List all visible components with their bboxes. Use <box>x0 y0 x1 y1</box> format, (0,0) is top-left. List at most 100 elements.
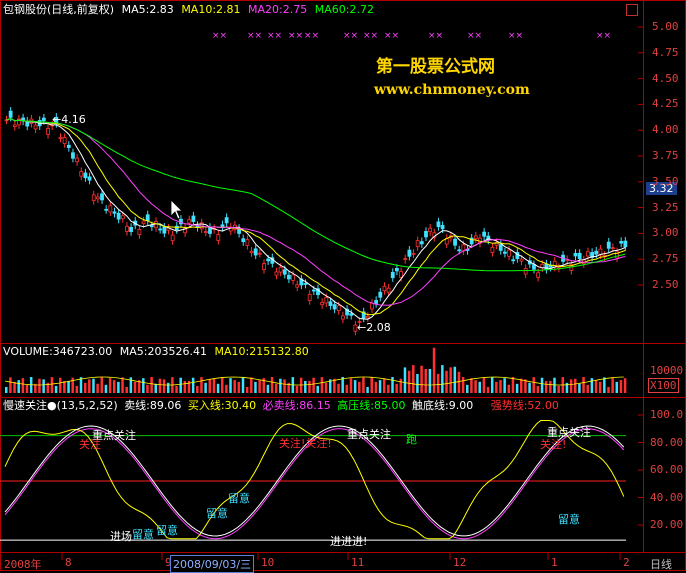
volume-bar <box>245 386 249 393</box>
volume-bar <box>237 381 241 393</box>
year-label: 2008年 <box>4 558 42 571</box>
candle-body <box>453 238 457 246</box>
candle-body <box>145 214 150 222</box>
annotation-note-4: 留意 <box>228 492 250 505</box>
volume-bar <box>100 377 104 393</box>
candle-body <box>149 225 154 228</box>
candle-body <box>137 229 142 236</box>
price-axis-label: 3.50 <box>652 174 679 188</box>
volume-bar <box>590 378 594 393</box>
volume-bar <box>557 385 560 393</box>
volume-bar <box>544 380 548 393</box>
candle-body <box>62 137 67 145</box>
volume-axis-label: 10000 <box>650 364 684 377</box>
indicator-params: (13,5,2,52) <box>56 399 118 412</box>
watermark-url: www.chnmoney.com <box>374 82 530 98</box>
chart-canvas[interactable]: ×× ×× ×× ×× ×× ×× ×× ×× ×× ×× ×× ×× <box>0 0 686 571</box>
volume-header: VOLUME:346723.00 MA5:203526.41 MA10:2151… <box>3 345 309 359</box>
ma20-line <box>6 118 626 306</box>
volume-bar <box>553 377 556 393</box>
period-button[interactable]: 日线 <box>650 556 672 572</box>
volume-bar <box>42 379 45 393</box>
volume-bar <box>142 378 145 393</box>
indicator-name[interactable]: 慢速关注● <box>3 399 57 412</box>
indicator-header: 慢速关注●(13,5,2,52) 卖线:89.06 买入线:30.40 必卖线:… <box>3 399 559 413</box>
time-axis-label: 2 <box>623 556 630 569</box>
volume-bar <box>270 377 274 393</box>
time-axis-label: 1 <box>551 556 558 569</box>
candle-body <box>108 205 113 213</box>
candle-body <box>33 124 38 130</box>
volume-bar <box>611 377 614 393</box>
volume-bar <box>345 384 349 393</box>
volume-bar <box>50 377 54 393</box>
annotation-watch-2: 关注!关注! <box>279 437 332 450</box>
volume-bar <box>499 380 502 393</box>
volume-bar <box>474 380 477 393</box>
volume-bar <box>453 366 457 393</box>
candle-body <box>349 313 354 316</box>
price-axis-label: 4.25 <box>652 97 679 111</box>
candle-body <box>274 271 279 276</box>
volume-bar <box>366 386 369 393</box>
annotation-note-3: 留意 <box>206 507 228 520</box>
candle-body <box>324 297 329 304</box>
volume-bar <box>412 365 415 393</box>
annotation-enter-2: 进进进! <box>330 535 368 548</box>
candle-body <box>577 252 582 259</box>
candle-body <box>8 110 13 118</box>
candle-body <box>365 315 370 319</box>
candle-body <box>262 263 266 271</box>
candle-body <box>403 258 408 260</box>
candle-body <box>46 128 50 135</box>
volume-bar <box>623 378 627 393</box>
volume-bar <box>532 377 535 393</box>
candle-body <box>266 258 271 262</box>
annotation-enter-1: 进场 <box>110 530 132 543</box>
price-axis-label: 4.00 <box>652 123 679 137</box>
price-axis-label: 2.50 <box>652 278 679 291</box>
signal-mark: ×× <box>363 31 378 41</box>
outer-frame <box>0 0 686 571</box>
candle-body <box>187 219 192 224</box>
volume-bar <box>241 377 245 393</box>
volume-bar <box>104 384 108 393</box>
annotation-note-2: 留意 <box>156 524 178 537</box>
candle-body <box>498 244 503 251</box>
volume-bar <box>482 377 486 393</box>
volume-bar <box>358 381 361 393</box>
volume-readout: VOLUME:346723.00 <box>3 345 113 358</box>
volume-bar <box>374 381 378 393</box>
volume-bar <box>63 380 66 393</box>
volume-bar <box>233 380 236 393</box>
volume-bar <box>370 377 373 393</box>
candle-body <box>519 258 524 262</box>
candle-body <box>573 253 578 257</box>
candle-body <box>170 234 175 242</box>
candle-body <box>66 144 71 148</box>
volume-bar <box>283 379 286 393</box>
volume-bar <box>495 381 498 393</box>
volume-bar <box>324 382 328 393</box>
candle-body <box>436 221 441 228</box>
volume-bar <box>191 377 195 393</box>
volume-bar <box>432 347 436 393</box>
candle-body <box>104 208 109 211</box>
candle-body <box>440 225 445 230</box>
volume-bar <box>387 384 390 393</box>
volume-bar <box>200 377 203 393</box>
price-axis-label: 4.75 <box>652 45 679 59</box>
time-axis-label: 12 <box>453 556 467 569</box>
annotation-run: 跑 <box>406 433 417 446</box>
volume-bar <box>420 365 423 393</box>
candle-body <box>253 248 258 256</box>
candle-body <box>83 172 88 179</box>
bottom-line-readout: 触底线:9.00 <box>412 399 474 412</box>
candle-body <box>511 259 516 262</box>
volume-bar <box>5 387 8 393</box>
indicator-axis-label: 100.0 <box>650 408 684 421</box>
candle-body <box>158 228 163 231</box>
volume-bar <box>158 378 162 393</box>
low-marker: ←2.08 <box>357 321 391 334</box>
price-axis-label: 4.50 <box>652 71 679 85</box>
